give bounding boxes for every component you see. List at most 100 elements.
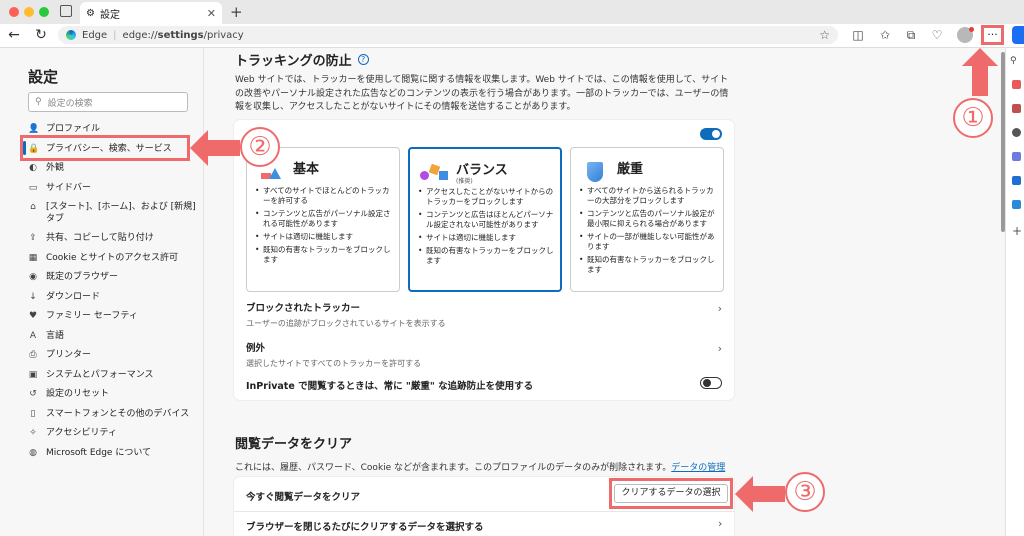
minimize-window-button[interactable] xyxy=(24,7,34,17)
copilot-icon[interactable] xyxy=(1012,26,1024,44)
sidebar-item-downloads[interactable]: ↓ ダウンロード xyxy=(28,288,198,308)
sidebar-item-accessibility[interactable]: ✧ アクセシビリティ xyxy=(28,424,198,444)
level-balanced-bullet: 既知の有害なトラッカーをブロックします xyxy=(418,246,558,266)
tab-title: 設定 xyxy=(99,9,120,21)
collections-icon[interactable]: ⧉ xyxy=(903,27,919,43)
choose-data-to-clear-button[interactable]: クリアするデータの選択 xyxy=(614,484,728,503)
settings-search-input[interactable]: ⚲ 設定の検索 xyxy=(28,92,188,112)
sidebar-item-start-home[interactable]: ⌂ [スタート]、[ホーム]、および [新規] タブ xyxy=(28,198,198,229)
tools-icon[interactable] xyxy=(1012,104,1021,113)
annotation-1: ① xyxy=(953,98,993,138)
scrollbar-thumb[interactable] xyxy=(1001,52,1005,232)
chevron-right-icon: › xyxy=(717,342,722,355)
games-icon[interactable] xyxy=(1012,128,1021,137)
maximize-window-button[interactable] xyxy=(39,7,49,17)
sidebar-nav: 👤 プロファイル 🔒 プライバシー、検索、サービス ◐ 外観 ▭ サイドバー ⌂ [スター… xyxy=(28,120,198,463)
extensions-icon[interactable]: ♡ xyxy=(929,27,945,43)
annotation-box-privacy xyxy=(20,135,190,161)
split-screen-icon[interactable]: ◫ xyxy=(850,27,866,43)
sidebar-title: 設定 xyxy=(28,68,59,86)
tab-settings[interactable]: ⚙ 設定 ✕ xyxy=(80,2,222,24)
basic-shapes-icon xyxy=(261,168,283,180)
close-window-button[interactable] xyxy=(9,7,19,17)
settings-sidebar: 設定 ⚲ 設定の検索 👤 プロファイル 🔒 プライバシー、検索、サービス ◐ 外観 ▭… xyxy=(0,48,204,536)
tracking-description: Web サイトでは、トラッカーを使用して閲覧に関する情報を収集します。Web サ… xyxy=(235,75,729,112)
sidebar-icon: ▭ xyxy=(28,182,38,193)
url-separator: | xyxy=(113,29,117,41)
appearance-icon: ◐ xyxy=(29,163,37,173)
add-icon[interactable]: + xyxy=(1012,224,1022,238)
inprivate-label: InPrivate で閲覧するときは、常に "厳重" な追跡防止を使用する xyxy=(246,381,534,392)
sidebar-item-languages[interactable]: A 言語 xyxy=(28,327,198,347)
sidebar-item-system[interactable]: ▣ システムとパフォーマンス xyxy=(28,366,198,386)
address-bar[interactable]: Edge | edge://settings/privacy ☆ xyxy=(58,26,838,44)
chevron-right-icon: › xyxy=(718,517,723,530)
profile-icon: 👤 xyxy=(28,124,40,134)
sidebar-item-appearance[interactable]: ◐ 外観 xyxy=(28,159,198,179)
download-icon: ↓ xyxy=(29,291,37,302)
annotation-arrow-left xyxy=(735,476,785,512)
sidebar-item-cookies[interactable]: ▦ Cookie とサイトのアクセス許可 xyxy=(28,249,198,269)
level-balanced-bullet: コンテンツと広告はほとんどパーソナル設定されない可能性があります xyxy=(418,210,558,230)
tracking-title: トラッキングの防止 xyxy=(235,54,352,69)
tracking-toggle[interactable] xyxy=(700,128,722,140)
refresh-icon[interactable]: ↻ xyxy=(32,27,50,43)
reset-icon: ↺ xyxy=(29,389,37,399)
on-close-label: ブラウザーを閉じるたびにクリアするデータを選択する xyxy=(246,522,484,533)
sidebar-item-sidebar[interactable]: ▭ サイドバー xyxy=(28,179,198,199)
level-basic-bullet: 既知の有害なトラッカーをブロックします xyxy=(255,245,395,265)
more-menu-button[interactable]: ··· xyxy=(981,25,1004,45)
sidebar-item-printers[interactable]: ⎙ プリンター xyxy=(28,346,198,366)
edge-icon: ◍ xyxy=(29,447,37,458)
inprivate-toggle[interactable] xyxy=(700,377,722,389)
help-icon[interactable]: ? xyxy=(357,54,369,65)
outlook-icon[interactable] xyxy=(1012,176,1021,185)
edge-sidebar xyxy=(1005,48,1024,536)
level-basic-bullet: サイトは適切に機能します xyxy=(255,232,395,242)
divider xyxy=(234,511,734,512)
close-tab-icon[interactable]: ✕ xyxy=(207,7,216,20)
level-strict-bullet: コンテンツと広告のパーソナル設定が最小限に抑えられる場合があります xyxy=(579,209,719,229)
tracking-card: 基本 すべてのサイトでほとんどのトラッカーを許可する コンテンツと広告がパーソナ… xyxy=(234,120,734,400)
inprivate-row: InPrivate で閲覧するときは、常に "厳重" な追跡防止を使用する xyxy=(234,378,734,392)
drop-icon[interactable] xyxy=(1012,200,1021,209)
annotation-2: ② xyxy=(240,127,280,167)
level-balanced-bullet: アクセスしたことがないサイトからのトラッカーをブロックします xyxy=(418,187,558,207)
sidebar-item-about[interactable]: ◍ Microsoft Edge について xyxy=(28,444,198,464)
m365-icon[interactable] xyxy=(1012,152,1021,161)
system-icon: ▣ xyxy=(28,369,38,380)
sidebar-item-reset[interactable]: ↺ 設定のリセット xyxy=(28,385,198,405)
level-strict-card[interactable]: 厳重 すべてのサイトから送られるトラッカーの大部分をブロックします コンテンツと… xyxy=(570,147,724,292)
level-basic-card[interactable]: 基本 すべてのサイトでほとんどのトラッカーを許可する コンテンツと広告がパーソナ… xyxy=(246,147,400,292)
search-icon[interactable]: ⚲ xyxy=(1010,56,1017,66)
level-balanced-recommended: (推奨) xyxy=(456,178,473,185)
manage-data-link[interactable]: データの管理 xyxy=(671,463,725,473)
exceptions-title: 例外 xyxy=(246,343,266,354)
level-basic-bullet: すべてのサイトでほとんどのトラッカーを許可する xyxy=(255,186,395,206)
chevron-right-icon: › xyxy=(717,302,722,315)
phone-icon: ▯ xyxy=(30,408,36,419)
sidebar-item-default-browser[interactable]: ◉ 既定のブラウザー xyxy=(28,268,198,288)
shield-icon xyxy=(587,162,603,182)
exceptions-row[interactable]: 例外 選択したサイトですべてのトラッカーを許可する › xyxy=(234,340,734,369)
favorite-star-icon[interactable]: ☆ xyxy=(819,28,830,42)
sidebar-item-phone[interactable]: ▯ スマートフォンとその他のデバイス xyxy=(28,405,198,425)
shopping-icon[interactable] xyxy=(1012,80,1021,89)
level-balanced-card[interactable]: バランス (推奨) アクセスしたことがないサイトからのトラッカーをブロックします… xyxy=(408,147,562,292)
level-balanced-bullet: サイトは適切に機能します xyxy=(418,233,558,243)
search-icon: ⚲ xyxy=(35,97,42,107)
level-strict-bullet: すべてのサイトから送られるトラッカーの大部分をブロックします xyxy=(579,186,719,206)
back-icon[interactable]: ← xyxy=(5,27,23,43)
new-tab-button[interactable]: + xyxy=(230,3,243,21)
share-icon: ⇪ xyxy=(29,233,37,243)
sidebar-item-share[interactable]: ⇪ 共有、コピーして貼り付け xyxy=(28,229,198,249)
favorites-icon[interactable]: ✩ xyxy=(877,27,893,43)
url-brand: Edge xyxy=(82,29,108,41)
annotation-arrow-up xyxy=(962,48,998,96)
level-strict-bullet: サイトの一部が機能しない可能性があります xyxy=(579,232,719,252)
exceptions-sub: 選択したサイトですべてのトラッカーを許可する xyxy=(246,359,422,368)
annotation-arrow-left xyxy=(190,130,240,166)
sidebar-item-family[interactable]: ♥ ファミリー セーフティ xyxy=(28,307,198,327)
tab-actions-icon[interactable] xyxy=(60,5,72,17)
blocked-trackers-row[interactable]: ブロックされたトラッカー ユーザーの追跡がブロックされているサイトを表示する › xyxy=(234,300,734,329)
